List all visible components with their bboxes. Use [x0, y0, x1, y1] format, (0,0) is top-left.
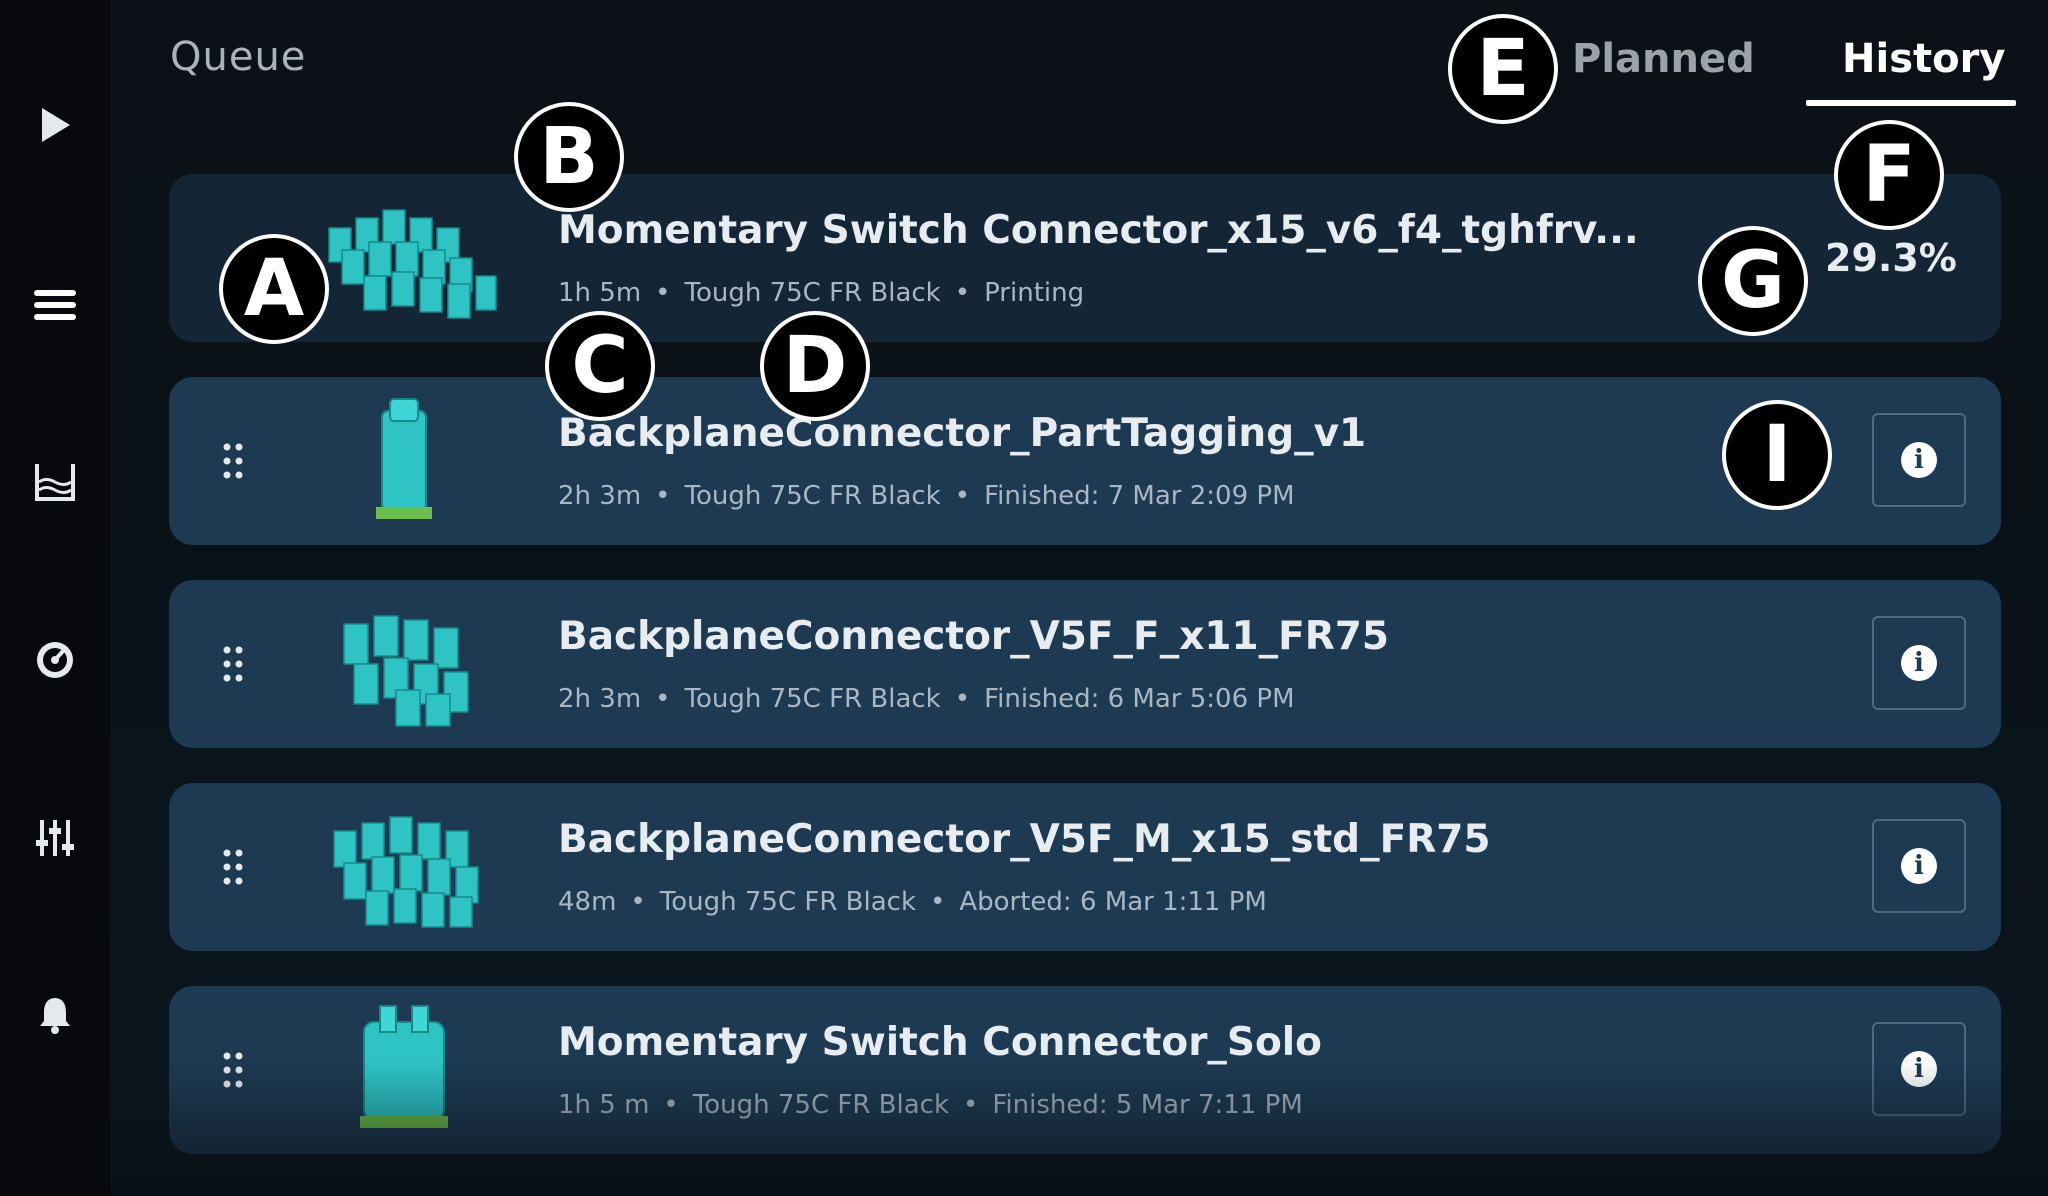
- part-thumbnail: [333, 816, 479, 928]
- info-button[interactable]: i: [1872, 616, 1966, 710]
- info-button[interactable]: i: [1872, 413, 1966, 507]
- job-title: Momentary Switch Connector_x15_v6_f4_tgh…: [558, 208, 1639, 253]
- info-icon: i: [1901, 1051, 1937, 1087]
- job-material: Tough 75C FR Black: [684, 278, 941, 308]
- info-button[interactable]: i: [1872, 819, 1966, 913]
- job-meta: 1h 5 m • Tough 75C FR Black • Finished: 5 Ma…: [558, 1090, 1303, 1120]
- tab-history-underline: [1806, 100, 2016, 106]
- part-thumbnail: [343, 615, 469, 727]
- info-button[interactable]: i: [1872, 1022, 1966, 1116]
- job-meta: 1h 5m • Tough 75C FR Black • Printing: [558, 278, 1085, 308]
- job-material: Tough 75C FR Black: [692, 1090, 949, 1120]
- job-material: Tough 75C FR Black: [659, 887, 916, 917]
- job-material: Tough 75C FR Black: [684, 481, 941, 511]
- job-duration: 1h 5 m: [558, 1090, 650, 1120]
- print-queue-screen: Queue Planned History Momentary Switch C…: [0, 0, 2048, 1196]
- drag-handle-icon[interactable]: [221, 1050, 245, 1090]
- info-icon: i: [1901, 442, 1937, 478]
- tank-icon[interactable]: [30, 457, 80, 507]
- job-title: BackplaneConnector_PartTagging_v1: [558, 411, 1367, 456]
- annotation-i: I: [1722, 400, 1832, 510]
- job-card[interactable]: Momentary Switch Connector_Solo 1h 5 m • T…: [169, 986, 2001, 1154]
- job-title: Momentary Switch Connector_Solo: [558, 1020, 1322, 1065]
- job-meta: 2h 3m • Tough 75C FR Black • Finished: 7 Mar…: [558, 481, 1295, 511]
- annotation-b: B: [514, 102, 624, 212]
- annotation-a: A: [219, 234, 329, 344]
- job-title: BackplaneConnector_V5F_M_x15_std_FR75: [558, 817, 1491, 862]
- tab-planned[interactable]: Planned: [1572, 36, 1755, 82]
- annotation-e: E: [1448, 14, 1558, 124]
- bell-icon[interactable]: [30, 990, 80, 1040]
- job-progress: 29.3%: [1825, 236, 1957, 280]
- job-status: Finished: 7 Mar 2:09 PM: [984, 481, 1295, 511]
- job-card[interactable]: BackplaneConnector_V5F_F_x11_FR75 2h 3m •…: [169, 580, 2001, 748]
- info-icon: i: [1901, 848, 1937, 884]
- sidebar: [0, 0, 110, 1196]
- part-thumbnail: [376, 398, 432, 519]
- annotation-f: F: [1834, 120, 1944, 230]
- job-status: Printing: [984, 278, 1085, 308]
- play-icon[interactable]: [30, 100, 80, 150]
- annotation-c: C: [545, 311, 655, 421]
- job-duration: 2h 3m: [558, 481, 642, 511]
- info-icon: i: [1901, 645, 1937, 681]
- drag-handle-icon[interactable]: [221, 847, 245, 887]
- job-meta: 2h 3m • Tough 75C FR Black • Finished: 6 Mar…: [558, 684, 1295, 714]
- drag-handle-icon[interactable]: [221, 441, 245, 481]
- annotation-d: D: [760, 311, 870, 421]
- job-meta: 48m • Tough 75C FR Black • Aborted: 6 Mar 1:…: [558, 887, 1267, 917]
- job-status: Finished: 5 Mar 7:11 PM: [992, 1090, 1303, 1120]
- menu-icon[interactable]: [30, 280, 80, 330]
- queue-title: Queue: [170, 34, 307, 80]
- job-status: Aborted: 6 Mar 1:11 PM: [959, 887, 1267, 917]
- sliders-icon[interactable]: [30, 813, 80, 863]
- drag-handle-icon[interactable]: [221, 644, 245, 684]
- part-thumbnail: [328, 209, 497, 319]
- job-card[interactable]: BackplaneConnector_V5F_M_x15_std_FR75 48…: [169, 783, 2001, 951]
- gauge-icon[interactable]: [30, 635, 80, 685]
- job-duration: 2h 3m: [558, 684, 642, 714]
- job-material: Tough 75C FR Black: [684, 684, 941, 714]
- annotation-g: G: [1698, 226, 1808, 336]
- tab-history[interactable]: History: [1842, 36, 2005, 82]
- job-title: BackplaneConnector_V5F_F_x11_FR75: [558, 614, 1390, 659]
- part-thumbnail: [360, 1005, 448, 1128]
- job-duration: 48m: [558, 887, 617, 917]
- job-duration: 1h 5m: [558, 278, 642, 308]
- job-status: Finished: 6 Mar 5:06 PM: [984, 684, 1295, 714]
